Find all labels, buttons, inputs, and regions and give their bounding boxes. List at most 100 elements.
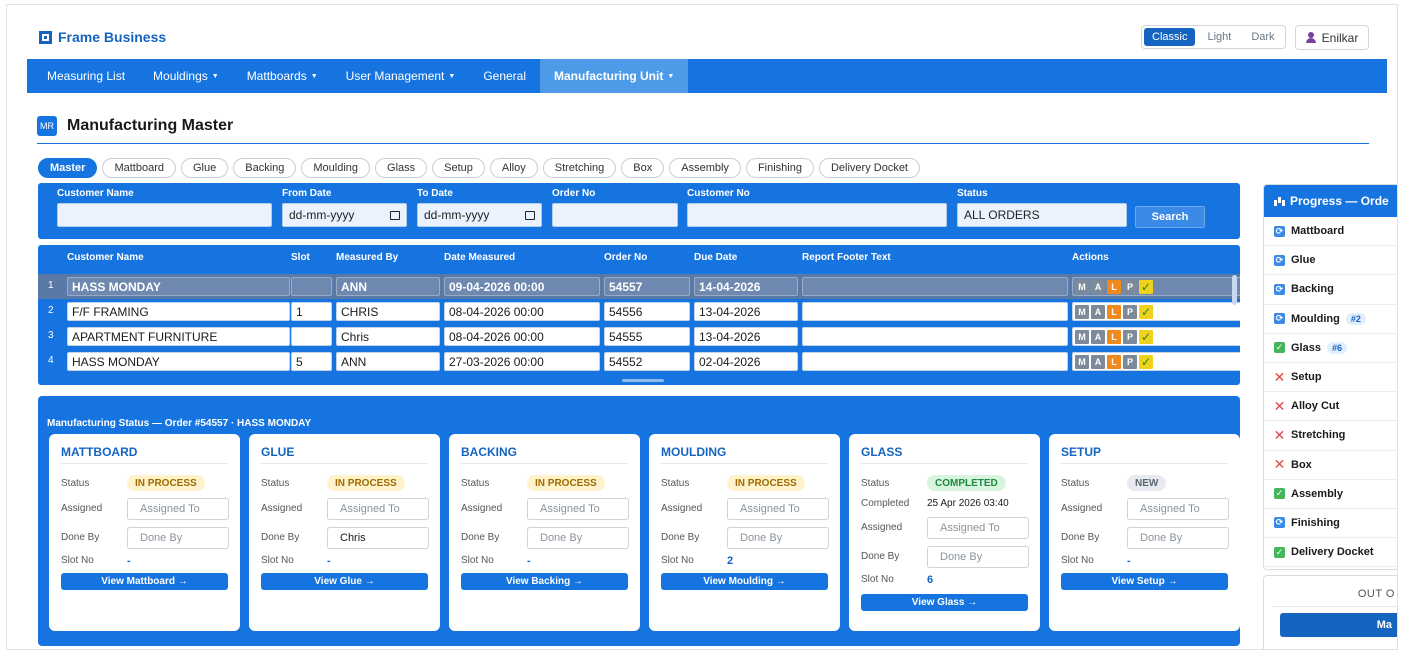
cell-date-measured[interactable]: 08-04-2026 00:00	[444, 327, 600, 346]
to-date-input[interactable]: dd-mm-yyyy	[417, 203, 542, 227]
tab-stretching[interactable]: Stretching	[542, 158, 617, 178]
print-button[interactable]: P	[1123, 304, 1137, 319]
table-row[interactable]: 2 F/F FRAMING 1 CHRIS 08-04-2026 00:00 54556 1…	[38, 299, 1240, 324]
nav-general[interactable]: General	[469, 59, 540, 93]
tab-setup[interactable]: Setup	[432, 158, 485, 178]
progress-item-mattboard[interactable]: ⟳ Mattboard	[1264, 217, 1397, 247]
progress-item-box[interactable]: ✕ Box	[1264, 451, 1397, 480]
tab-backing[interactable]: Backing	[233, 158, 297, 178]
assign-button[interactable]: A	[1091, 304, 1105, 319]
nav-manufacturing-unit[interactable]: Manufacturing Unit ▼	[540, 59, 689, 93]
user-menu-button[interactable]: Enilkar	[1295, 25, 1369, 50]
customer-no-input[interactable]	[687, 203, 947, 227]
label-button[interactable]: L	[1107, 329, 1121, 344]
view-mattboard-button[interactable]: View Mattboard →	[61, 573, 228, 590]
tab-glue[interactable]: Glue	[181, 158, 229, 178]
cell-due-date[interactable]: 02-04-2026	[694, 352, 798, 371]
cell-measured-by[interactable]: ANN	[336, 277, 440, 296]
cell-order-no[interactable]: 54552	[604, 352, 690, 371]
label-button[interactable]: L	[1107, 354, 1121, 369]
progress-item-alloy-cut[interactable]: ✕ Alloy Cut	[1264, 392, 1397, 422]
measure-button[interactable]: M	[1075, 354, 1089, 369]
theme-dark-button[interactable]: Dark	[1243, 28, 1282, 46]
cell-order-no[interactable]: 54557	[604, 277, 690, 296]
assign-button[interactable]: A	[1091, 329, 1105, 344]
complete-check-button[interactable]: ✓	[1139, 279, 1153, 294]
calendar-icon[interactable]	[525, 210, 535, 220]
cell-measured-by[interactable]: Chris	[336, 327, 440, 346]
assigned-to-input[interactable]: Assigned To	[527, 498, 629, 520]
tab-glass[interactable]: Glass	[375, 158, 428, 178]
done-by-input[interactable]: Done By	[527, 527, 629, 549]
view-glass-button[interactable]: View Glass →	[861, 594, 1028, 611]
progress-item-finishing[interactable]: ⟳ Finishing	[1264, 509, 1397, 539]
cell-slot[interactable]	[291, 277, 332, 296]
cell-slot[interactable]: 5	[291, 352, 332, 371]
table-row[interactable]: 1 HASS MONDAY ANN 09-04-2026 00:00 54557 14-0…	[38, 274, 1240, 299]
assigned-to-input[interactable]: Assigned To	[327, 498, 429, 520]
cell-due-date[interactable]: 14-04-2026	[694, 277, 798, 296]
progress-item-setup[interactable]: ✕ Setup	[1264, 363, 1397, 393]
view-setup-button[interactable]: View Setup →	[1061, 573, 1228, 590]
status-select[interactable]: ALL ORDERS	[957, 203, 1127, 227]
tab-alloy[interactable]: Alloy	[489, 158, 538, 178]
assigned-to-input[interactable]: Assigned To	[1127, 498, 1229, 520]
theme-classic-button[interactable]: Classic	[1144, 28, 1196, 46]
cell-date-measured[interactable]: 08-04-2026 00:00	[444, 302, 600, 321]
order-no-input[interactable]	[552, 203, 678, 227]
cell-footer[interactable]	[802, 302, 1068, 321]
cell-footer[interactable]	[802, 352, 1068, 371]
view-glue-button[interactable]: View Glue →	[261, 573, 428, 590]
print-button[interactable]: P	[1123, 354, 1137, 369]
nav-mattboards[interactable]: Mattboards ▼	[233, 59, 332, 93]
assigned-to-input[interactable]: Assigned To	[127, 498, 229, 520]
view-moulding-button[interactable]: View Moulding →	[661, 573, 828, 590]
cell-due-date[interactable]: 13-04-2026	[694, 327, 798, 346]
brand[interactable]: Frame Business	[39, 29, 166, 45]
done-by-input[interactable]: Done By	[727, 527, 829, 549]
cell-customer[interactable]: HASS MONDAY	[67, 277, 290, 296]
cell-customer[interactable]: F/F FRAMING	[67, 302, 290, 321]
print-button[interactable]: P	[1123, 279, 1137, 294]
done-by-input[interactable]: Done By	[927, 546, 1029, 568]
progress-item-moulding[interactable]: ⟳ Moulding #2	[1264, 305, 1397, 334]
measure-button[interactable]: M	[1075, 329, 1089, 344]
progress-item-glass[interactable]: ✓ Glass #6	[1264, 334, 1397, 363]
cell-order-no[interactable]: 54555	[604, 327, 690, 346]
tab-finishing[interactable]: Finishing	[745, 158, 814, 178]
measure-button[interactable]: M	[1075, 304, 1089, 319]
complete-check-button[interactable]: ✓	[1139, 354, 1153, 369]
theme-light-button[interactable]: Light	[1199, 28, 1239, 46]
table-row[interactable]: 4 HASS MONDAY 5 ANN 27-03-2026 00:00 54552 02-…	[38, 349, 1240, 374]
assign-button[interactable]: A	[1091, 279, 1105, 294]
nav-measuring-list[interactable]: Measuring List	[27, 59, 139, 93]
cell-customer[interactable]: HASS MONDAY	[67, 352, 290, 371]
cell-date-measured[interactable]: 09-04-2026 00:00	[444, 277, 600, 296]
cell-footer[interactable]	[802, 277, 1068, 296]
cell-date-measured[interactable]: 27-03-2026 00:00	[444, 352, 600, 371]
complete-check-button[interactable]: ✓	[1139, 329, 1153, 344]
tab-delivery-docket[interactable]: Delivery Docket	[818, 158, 920, 178]
out-panel-button[interactable]: Ma	[1280, 613, 1397, 637]
view-backing-button[interactable]: View Backing →	[461, 573, 628, 590]
assigned-to-input[interactable]: Assigned To	[927, 517, 1029, 539]
label-button[interactable]: L	[1107, 304, 1121, 319]
assigned-to-input[interactable]: Assigned To	[727, 498, 829, 520]
nav-mouldings[interactable]: Mouldings ▼	[139, 59, 233, 93]
cell-customer[interactable]: APARTMENT FURNITURE	[67, 327, 290, 346]
cell-footer[interactable]	[802, 327, 1068, 346]
progress-item-stretching[interactable]: ✕ Stretching	[1264, 421, 1397, 451]
nav-user-management[interactable]: User Management ▼	[332, 59, 470, 93]
calendar-icon[interactable]	[390, 210, 400, 220]
cell-due-date[interactable]: 13-04-2026	[694, 302, 798, 321]
cell-slot[interactable]: 1	[291, 302, 332, 321]
table-row[interactable]: 3 APARTMENT FURNITURE Chris 08-04-2026 00:0…	[38, 324, 1240, 349]
tab-mattboard[interactable]: Mattboard	[102, 158, 176, 178]
progress-item-backing[interactable]: ⟳ Backing	[1264, 275, 1397, 305]
print-button[interactable]: P	[1123, 329, 1137, 344]
tab-moulding[interactable]: Moulding	[301, 158, 371, 178]
tab-master[interactable]: Master	[38, 158, 98, 178]
done-by-input[interactable]: Chris	[327, 527, 429, 549]
done-by-input[interactable]: Done By	[127, 527, 229, 549]
customer-name-input[interactable]	[57, 203, 272, 227]
